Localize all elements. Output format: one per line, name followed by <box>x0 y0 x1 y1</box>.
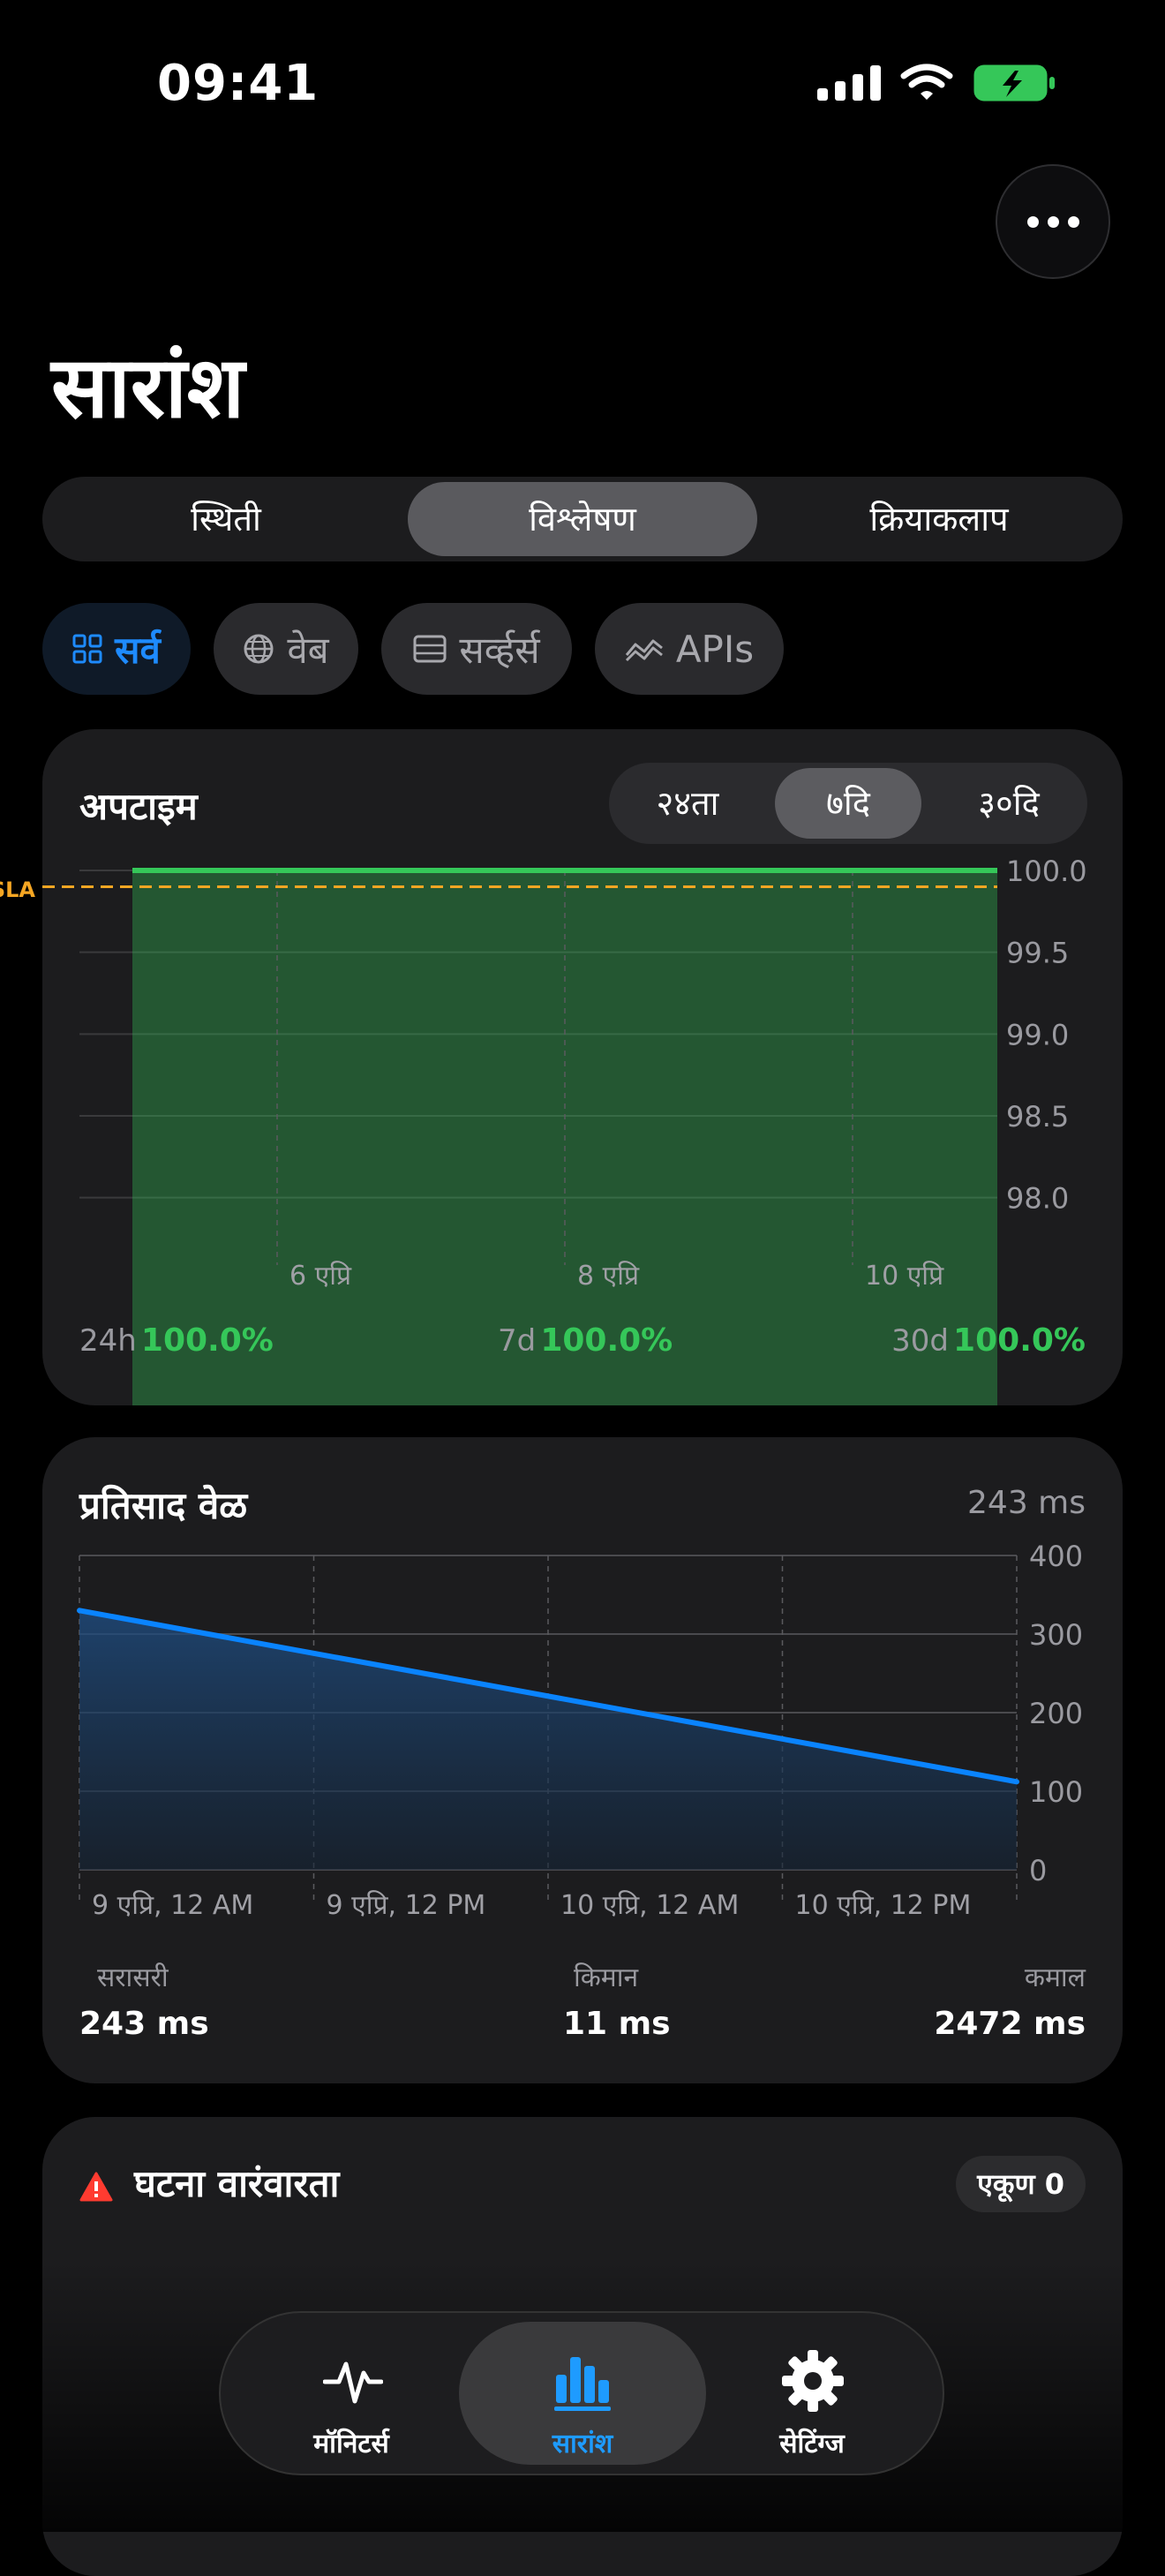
stat-7d: 7d 100.0% <box>498 1322 673 1359</box>
x-tick-label: 6 एप्रि <box>289 1261 352 1292</box>
response-chart: 9 एप्रि, 12 AM 9 एप्रि, 12 PM 10 एप्रि, 12… <box>77 1540 1083 1921</box>
filter-chip-servers[interactable]: सर्व्हर्स <box>381 603 572 695</box>
y-tick-label: 200 <box>1029 1697 1083 1730</box>
warning-icon <box>79 2172 113 2202</box>
status-icons <box>817 62 1057 104</box>
response-time-card: प्रतिसाद वेळ 243 ms 9 एप्रि, 12 AM 9 एप्र… <box>42 1437 1123 2083</box>
stat-24h-label: 24h <box>79 1323 137 1359</box>
status-time: 09:41 <box>157 55 319 112</box>
x-tick-label: 10 एप्रि, 12 PM <box>795 1890 972 1921</box>
x-tick-label: 9 एप्रि, 12 PM <box>327 1890 486 1921</box>
more-options-button[interactable] <box>996 164 1110 279</box>
server-icon <box>413 635 447 663</box>
incident-total-badge: एकूण 0 <box>956 2156 1086 2212</box>
bar-chart-icon <box>554 2357 611 2411</box>
filter-chip-label: सर्व्हर्स <box>459 628 540 672</box>
filter-chip-apis[interactable]: APIs <box>595 603 784 695</box>
nav-summary-label: सारांश <box>552 2429 613 2459</box>
min-label: किमान <box>574 1962 639 1993</box>
battery-charging-icon <box>973 64 1055 102</box>
avg-value: 243 ms <box>79 2006 209 2042</box>
response-area <box>79 1610 1017 1870</box>
wifi-icon <box>900 64 953 100</box>
max-value: 2472 ms <box>934 2006 1086 2042</box>
globe-icon <box>244 634 274 664</box>
min-value: 11 ms <box>563 2006 671 2042</box>
nav-settings-label: सेटिंग्ज <box>779 2429 845 2459</box>
stat-30d-label: 30d <box>891 1323 949 1359</box>
incident-title: घटना वारंवारता <box>134 2162 340 2205</box>
api-wave-icon <box>625 639 663 662</box>
y-tick-label: 100.0 <box>1006 855 1087 888</box>
x-tick-label: 10 एप्रि, 12 AM <box>560 1890 739 1921</box>
nav-settings[interactable]: सेटिंग्ज <box>688 2322 936 2465</box>
tab-activity[interactable]: क्रियाकलाप <box>764 482 1114 556</box>
stat-30d: 30d 100.0% <box>891 1322 1086 1359</box>
uptime-chart: 6 एप्रि 8 एप्रि 10 एप्रि 100.0 99.5 99.0 98.5 9… <box>42 855 1087 1405</box>
nav-summary[interactable]: सारांश <box>459 2322 706 2465</box>
page-title: सारांश <box>51 338 245 437</box>
stat-7d-value: 100.0% <box>540 1322 673 1359</box>
filter-chip-label: सर्व <box>115 628 161 672</box>
bottom-tab-bar: मॉनिटर्स सारांश सेटिंग्ज <box>219 2311 944 2475</box>
y-tick-label: 100 <box>1029 1775 1083 1809</box>
gear-icon <box>782 2350 844 2412</box>
y-tick-label: 0 <box>1029 1854 1047 1887</box>
y-tick-label: 300 <box>1029 1618 1083 1652</box>
stat-7d-label: 7d <box>498 1323 537 1359</box>
nav-monitors[interactable]: मॉनिटर्स <box>228 2322 475 2465</box>
stat-24h-value: 100.0% <box>140 1322 274 1359</box>
tab-analytics[interactable]: विश्लेषण <box>408 482 757 556</box>
tab-status[interactable]: स्थिती <box>51 482 401 556</box>
x-tick-label: 9 एप्रि, 12 AM <box>92 1890 253 1921</box>
filter-chip-all[interactable]: सर्व <box>42 603 191 695</box>
grid-icon <box>72 634 102 664</box>
sla-label: SLA <box>0 877 35 902</box>
activity-pulse-icon <box>323 2361 383 2404</box>
filter-chip-label: APIs <box>675 627 755 671</box>
segmented-tabs: स्थिती विश्लेषण क्रियाकलाप <box>42 477 1123 561</box>
filter-chip-label: वेब <box>287 628 329 672</box>
filter-chip-web[interactable]: वेब <box>214 603 358 695</box>
x-tick-label: 8 एप्रि <box>577 1261 640 1292</box>
y-tick-label: 99.0 <box>1006 1018 1069 1051</box>
response-stats: सरासरी 243 ms किमान 11 ms कमाल 2472 ms <box>79 1958 1086 2055</box>
y-tick-label: 98.0 <box>1006 1182 1069 1216</box>
max-label: कमाल <box>1024 1962 1086 1993</box>
avg-label: सरासरी <box>97 1962 169 1993</box>
y-tick-label: 98.5 <box>1006 1100 1069 1134</box>
nav-monitors-label: मॉनिटर्स <box>313 2429 389 2459</box>
x-tick-label: 10 एप्रि <box>865 1261 944 1292</box>
uptime-card: अपटाइम २४ता ७दि ३०दि 6 एप्रि 8 एप्रि 10 एप… <box>42 729 1123 1405</box>
stat-24h: 24h 100.0% <box>79 1322 274 1359</box>
y-tick-label: 99.5 <box>1006 937 1069 970</box>
stat-30d-value: 100.0% <box>953 1322 1086 1359</box>
y-tick-label: 400 <box>1029 1540 1083 1573</box>
cellular-signal-icon <box>817 65 881 101</box>
